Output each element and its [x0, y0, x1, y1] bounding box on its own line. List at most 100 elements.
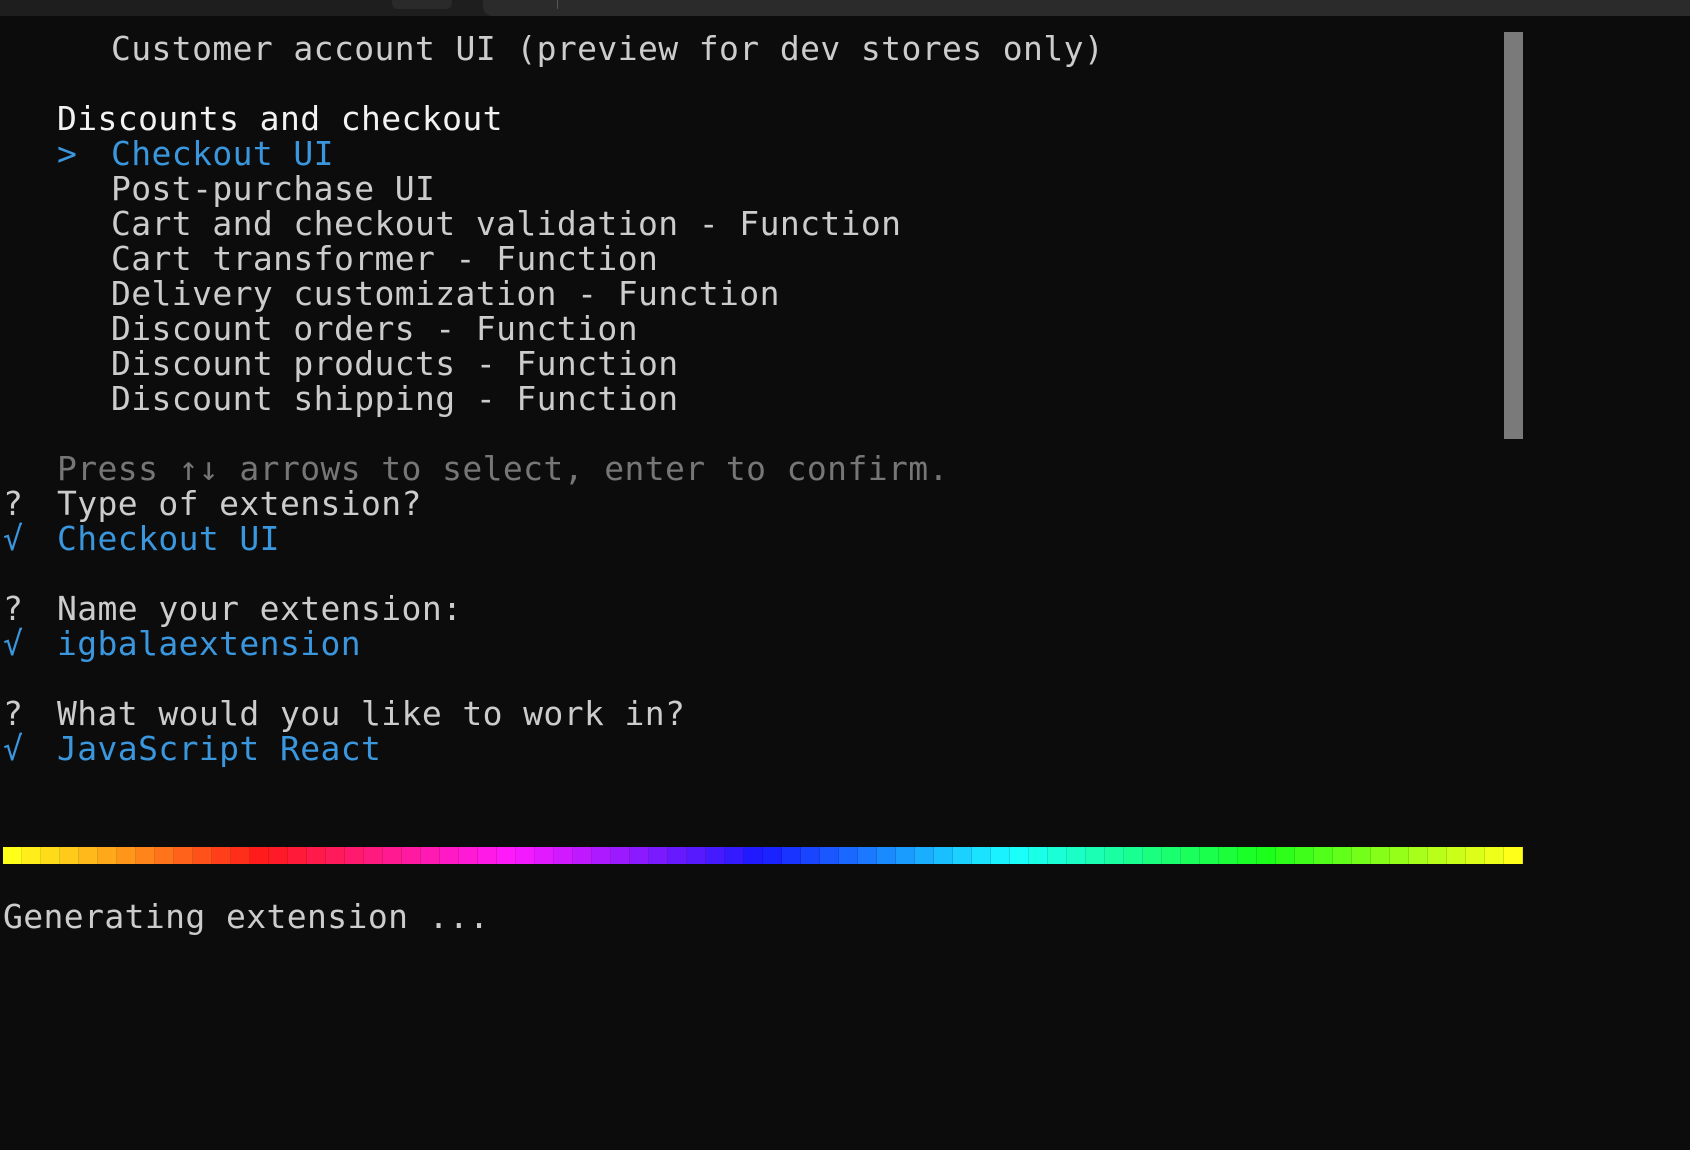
check-icon: √ — [3, 624, 24, 663]
progress-segment — [478, 847, 497, 864]
progress-segment — [231, 847, 250, 864]
progress-segment — [839, 847, 858, 864]
terminal-output[interactable]: Customer account UI (preview for dev sto… — [0, 16, 1690, 1150]
progress-segment — [1219, 847, 1238, 864]
option-discount-products[interactable]: Discount products - Function — [111, 345, 679, 382]
prompt-extension-name: Name your extension: — [57, 589, 463, 628]
progress-segment — [136, 847, 155, 864]
progress-segment — [1143, 847, 1162, 864]
progress-segment — [1124, 847, 1143, 864]
option-discount-shipping[interactable]: Discount shipping - Function — [111, 380, 679, 417]
option-cart-checkout-validation[interactable]: Cart and checkout validation - Function — [111, 205, 901, 242]
tab-separator — [557, 0, 558, 9]
progress-segment — [592, 847, 611, 864]
progress-segment — [3, 847, 22, 864]
progress-segment — [1276, 847, 1295, 864]
progress-segment — [326, 847, 345, 864]
progress-segment — [630, 847, 649, 864]
progress-segment — [1048, 847, 1067, 864]
progress-segment — [1295, 847, 1314, 864]
progress-segment — [1010, 847, 1029, 864]
navigation-hint: Press ↑↓ arrows to select, enter to conf… — [57, 449, 949, 488]
option-customer-account-ui[interactable]: Customer account UI (preview for dev sto… — [111, 30, 1104, 67]
prompt-extension-type: Type of extension? — [57, 484, 422, 523]
progress-segment — [687, 847, 706, 864]
progress-segment — [383, 847, 402, 864]
progress-segment — [79, 847, 98, 864]
progress-segment — [440, 847, 459, 864]
question-mark-icon: ? — [3, 484, 24, 523]
progress-segment — [1181, 847, 1200, 864]
option-checkout-ui[interactable]: Checkout UI — [111, 135, 334, 172]
progress-segment — [1485, 847, 1504, 864]
answer-extension-name: igbalaextension — [57, 624, 362, 663]
progress-segment — [554, 847, 573, 864]
question-mark-icon: ? — [3, 694, 24, 733]
selection-cursor: > — [57, 134, 78, 173]
option-post-purchase-ui[interactable]: Post-purchase UI — [111, 170, 435, 207]
progress-segment — [193, 847, 212, 864]
progress-segment — [1162, 847, 1181, 864]
progress-segment — [820, 847, 839, 864]
status-generating: Generating extension ... — [3, 897, 490, 936]
progress-segment — [1314, 847, 1333, 864]
scrollbar-thumb[interactable] — [1504, 32, 1523, 439]
progress-segment — [934, 847, 953, 864]
prompt-language: What would you like to work in? — [57, 694, 686, 733]
progress-segment — [1428, 847, 1447, 864]
progress-segment — [269, 847, 288, 864]
progress-segment — [953, 847, 972, 864]
progress-segment — [896, 847, 915, 864]
progress-segment — [535, 847, 554, 864]
progress-segment — [212, 847, 231, 864]
progress-segment — [611, 847, 630, 864]
progress-segment — [41, 847, 60, 864]
progress-segment — [364, 847, 383, 864]
answer-language: JavaScript React — [57, 729, 382, 768]
progress-segment — [1086, 847, 1105, 864]
progress-segment — [421, 847, 440, 864]
progress-segment — [915, 847, 934, 864]
progress-segment — [22, 847, 41, 864]
active-tab[interactable] — [483, 0, 1690, 16]
option-discount-orders[interactable]: Discount orders - Function — [111, 310, 638, 347]
check-icon: √ — [3, 519, 24, 558]
progress-segment — [706, 847, 725, 864]
progress-segment — [459, 847, 478, 864]
progress-segment — [573, 847, 592, 864]
option-cart-transformer[interactable]: Cart transformer - Function — [111, 240, 658, 277]
progress-segment — [649, 847, 668, 864]
tab-strip — [0, 0, 1690, 16]
progress-segment — [516, 847, 535, 864]
progress-segment — [98, 847, 117, 864]
progress-segment — [744, 847, 763, 864]
progress-segment — [858, 847, 877, 864]
answer-extension-type: Checkout UI — [57, 519, 280, 558]
progress-segment — [497, 847, 516, 864]
progress-segment — [345, 847, 364, 864]
section-title: Discounts and checkout — [57, 99, 503, 138]
progress-segment — [782, 847, 801, 864]
progress-segment — [1409, 847, 1428, 864]
progress-segment — [1029, 847, 1048, 864]
progress-segment — [991, 847, 1010, 864]
progress-segment — [307, 847, 326, 864]
progress-segment — [877, 847, 896, 864]
progress-segment — [668, 847, 687, 864]
question-mark-icon: ? — [3, 589, 24, 628]
progress-segment — [155, 847, 174, 864]
tab-chip[interactable] — [392, 0, 452, 9]
progress-segment — [725, 847, 744, 864]
check-icon: √ — [3, 729, 24, 768]
progress-bar — [3, 847, 1523, 864]
progress-segment — [972, 847, 991, 864]
progress-segment — [60, 847, 79, 864]
progress-segment — [117, 847, 136, 864]
progress-segment — [174, 847, 193, 864]
progress-segment — [1333, 847, 1352, 864]
progress-segment — [763, 847, 782, 864]
progress-segment — [1466, 847, 1485, 864]
progress-segment — [1257, 847, 1276, 864]
progress-segment — [288, 847, 307, 864]
option-delivery-customization[interactable]: Delivery customization - Function — [111, 275, 780, 312]
